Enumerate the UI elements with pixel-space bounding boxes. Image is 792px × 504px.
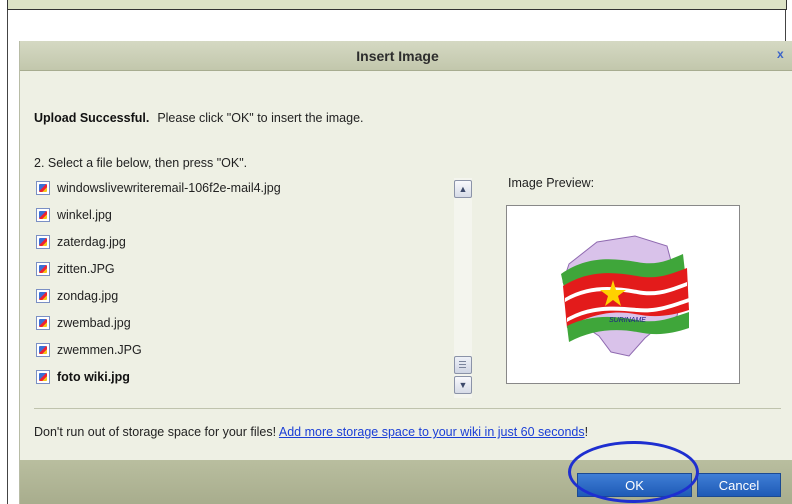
file-list: windowslivewriteremail-106f2e-mail4.jpg …	[36, 178, 456, 398]
dialog-footer: OK Cancel	[20, 460, 792, 504]
file-name: zwembad.jpg	[57, 316, 131, 330]
storage-suffix: !	[584, 425, 589, 439]
insert-image-dialog: Insert Image x Upload Successful. Please …	[19, 41, 792, 504]
file-name: foto wiki.jpg	[57, 370, 130, 384]
image-file-icon	[36, 235, 50, 249]
image-file-icon	[36, 181, 50, 195]
preview-image-caption: SURINAME	[609, 317, 646, 324]
list-item[interactable]: zitten.JPG	[36, 259, 446, 279]
image-preview: SURINAME	[506, 205, 740, 384]
image-file-icon	[36, 316, 50, 330]
image-file-icon	[36, 208, 50, 222]
scrollbar-track[interactable]	[456, 200, 470, 375]
cancel-button[interactable]: Cancel	[697, 473, 781, 497]
file-name: windowslivewriteremail-106f2e-mail4.jpg	[57, 181, 281, 195]
image-file-icon	[36, 262, 50, 276]
storage-notice: Don't run out of storage space for your …	[34, 425, 588, 439]
file-name: winkel.jpg	[57, 208, 112, 222]
upload-status-message: Please click "OK" to insert the image.	[157, 111, 364, 125]
file-name: zitten.JPG	[57, 262, 115, 276]
scrollbar-thumb[interactable]	[454, 356, 472, 374]
list-item[interactable]: winkel.jpg	[36, 205, 446, 225]
list-item[interactable]: zaterdag.jpg	[36, 232, 446, 252]
upload-status-title: Upload Successful.	[34, 111, 150, 125]
file-name: zwemmen.JPG	[57, 343, 142, 357]
dialog-title: Insert Image	[356, 48, 439, 64]
suriname-map-image: SURINAME	[561, 235, 689, 357]
scroll-up-button[interactable]: ▲	[454, 180, 472, 198]
list-item[interactable]: zwemmen.JPG	[36, 340, 446, 360]
image-file-icon	[36, 289, 50, 303]
background-window-band	[0, 0, 792, 18]
image-file-icon	[36, 343, 50, 357]
list-item[interactable]: windowslivewriteremail-106f2e-mail4.jpg	[36, 178, 446, 198]
scroll-down-button[interactable]: ▼	[454, 376, 472, 394]
file-name: zaterdag.jpg	[57, 235, 126, 249]
file-name: zondag.jpg	[57, 289, 119, 303]
list-item[interactable]: zondag.jpg	[36, 286, 446, 306]
chevron-up-icon: ▲	[458, 184, 468, 194]
dialog-titlebar: Insert Image x	[20, 41, 792, 71]
file-select-instructions: 2. Select a file below, then press "OK".	[34, 156, 248, 170]
storage-text: Don't run out of storage space for your …	[34, 425, 279, 439]
upload-status: Upload Successful. Please click "OK" to i…	[34, 111, 364, 125]
file-list-scrollbar[interactable]: ▲ ▼	[454, 178, 472, 398]
chevron-down-icon: ▼	[458, 380, 468, 390]
add-storage-link[interactable]: Add more storage space to your wiki in j…	[279, 425, 585, 439]
ok-button[interactable]: OK	[577, 473, 692, 497]
list-item-selected[interactable]: foto wiki.jpg	[36, 367, 446, 387]
background-window-header	[7, 0, 787, 10]
image-file-icon	[36, 370, 50, 384]
image-preview-label: Image Preview:	[508, 176, 595, 190]
divider	[34, 408, 781, 409]
close-icon[interactable]: x	[777, 47, 789, 61]
frame-border-left	[7, 10, 8, 504]
list-item[interactable]: zwembad.jpg	[36, 313, 446, 333]
